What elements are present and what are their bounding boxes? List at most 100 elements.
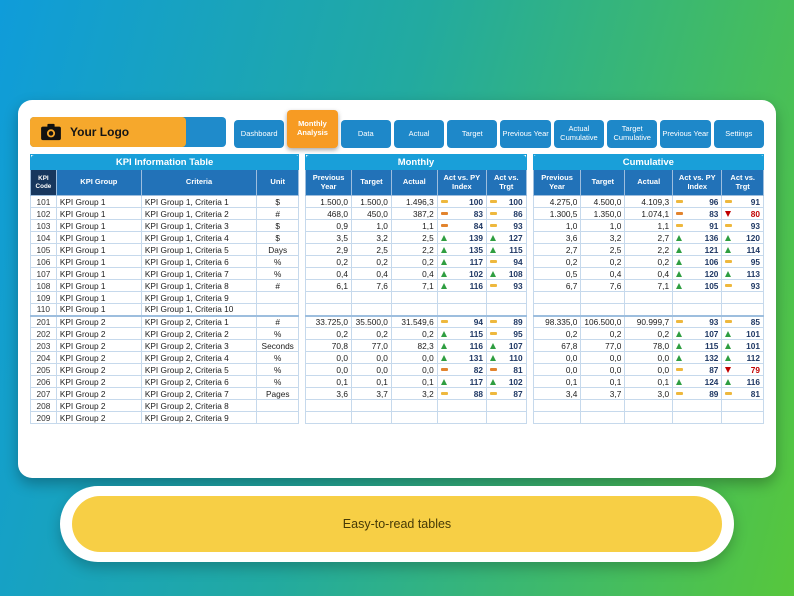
cell-kpi-group[interactable]: KPI Group 1 bbox=[56, 208, 141, 220]
cell-criteria[interactable]: KPI Group 1, Criteria 5 bbox=[141, 244, 256, 256]
cell-cumulative-act-vs-trgt[interactable]: 116 bbox=[722, 376, 764, 388]
cell-monthly-act-vs-trgt[interactable] bbox=[487, 412, 527, 424]
cell-cumulative-act-vs-py-index[interactable]: 83 bbox=[673, 208, 722, 220]
cell-cumulative-actual[interactable] bbox=[625, 400, 673, 412]
cell-cumulative-act-vs-py-index[interactable]: 96 bbox=[673, 196, 722, 208]
cell-monthly-actual[interactable] bbox=[391, 412, 437, 424]
cell-unit[interactable]: # bbox=[257, 208, 299, 220]
cell-monthly-act-vs-trgt[interactable] bbox=[487, 304, 527, 316]
cell-cumulative-act-vs-trgt[interactable]: 120 bbox=[722, 232, 764, 244]
cell-cumulative-act-vs-trgt[interactable]: 79 bbox=[722, 364, 764, 376]
cell-cumulative-previous-year[interactable]: 6,7 bbox=[533, 280, 581, 292]
cell-cumulative-previous-year[interactable]: 0,0 bbox=[533, 352, 581, 364]
cell-monthly-previous-year[interactable]: 0,2 bbox=[306, 328, 352, 340]
cell-monthly-previous-year[interactable]: 0,4 bbox=[306, 268, 352, 280]
cell-monthly-target[interactable]: 2,5 bbox=[351, 244, 391, 256]
cell-monthly-act-vs-trgt[interactable]: 127 bbox=[487, 232, 527, 244]
cell-monthly-act-vs-py-index[interactable]: 117 bbox=[437, 376, 486, 388]
cell-cumulative-actual[interactable]: 0,0 bbox=[625, 364, 673, 376]
cell-monthly-target[interactable]: 7,6 bbox=[351, 280, 391, 292]
cell-criteria[interactable]: KPI Group 1, Criteria 2 bbox=[141, 208, 256, 220]
cell-monthly-actual[interactable] bbox=[391, 400, 437, 412]
cell-monthly-act-vs-trgt[interactable]: 110 bbox=[487, 352, 527, 364]
cell-cumulative-previous-year[interactable]: 2,7 bbox=[533, 244, 581, 256]
cell-kpi-code[interactable]: 202 bbox=[31, 328, 57, 340]
cell-monthly-target[interactable]: 0,4 bbox=[351, 268, 391, 280]
cell-monthly-act-vs-trgt[interactable]: 86 bbox=[487, 208, 527, 220]
cell-cumulative-previous-year[interactable]: 0,0 bbox=[533, 364, 581, 376]
cell-monthly-previous-year[interactable]: 70,8 bbox=[306, 340, 352, 352]
cell-monthly-actual[interactable]: 387,2 bbox=[391, 208, 437, 220]
cell-kpi-group[interactable]: KPI Group 2 bbox=[56, 400, 141, 412]
cell-kpi-group[interactable]: KPI Group 2 bbox=[56, 328, 141, 340]
tab-previous-year[interactable]: Previous Year bbox=[660, 120, 710, 148]
cell-cumulative-act-vs-py-index[interactable]: 105 bbox=[673, 280, 722, 292]
cell-kpi-code[interactable]: 106 bbox=[31, 256, 57, 268]
cell-monthly-target[interactable] bbox=[351, 292, 391, 304]
cell-cumulative-act-vs-py-index[interactable]: 89 bbox=[673, 388, 722, 400]
cell-kpi-group[interactable]: KPI Group 1 bbox=[56, 244, 141, 256]
cell-monthly-actual[interactable]: 2,5 bbox=[391, 232, 437, 244]
cell-criteria[interactable]: KPI Group 2, Criteria 6 bbox=[141, 376, 256, 388]
cell-cumulative-act-vs-py-index[interactable]: 87 bbox=[673, 364, 722, 376]
cell-cumulative-act-vs-trgt[interactable]: 112 bbox=[722, 352, 764, 364]
cell-unit[interactable]: % bbox=[257, 328, 299, 340]
cell-monthly-actual[interactable]: 0,0 bbox=[391, 364, 437, 376]
cell-monthly-actual[interactable]: 1.496,3 bbox=[391, 196, 437, 208]
cell-criteria[interactable]: KPI Group 1, Criteria 4 bbox=[141, 232, 256, 244]
cell-kpi-code[interactable]: 105 bbox=[31, 244, 57, 256]
cell-cumulative-actual[interactable]: 1.074,1 bbox=[625, 208, 673, 220]
cell-criteria[interactable]: KPI Group 1, Criteria 10 bbox=[141, 304, 256, 316]
cell-cumulative-act-vs-py-index[interactable]: 115 bbox=[673, 340, 722, 352]
cell-kpi-code[interactable]: 102 bbox=[31, 208, 57, 220]
cell-monthly-act-vs-py-index[interactable]: 84 bbox=[437, 220, 486, 232]
cell-cumulative-previous-year[interactable]: 0,5 bbox=[533, 268, 581, 280]
cell-cumulative-act-vs-py-index[interactable]: 136 bbox=[673, 232, 722, 244]
cell-cumulative-target[interactable]: 0,2 bbox=[581, 256, 625, 268]
cell-criteria[interactable]: KPI Group 2, Criteria 1 bbox=[141, 316, 256, 328]
cell-monthly-actual[interactable]: 0,2 bbox=[391, 256, 437, 268]
cell-monthly-act-vs-trgt[interactable]: 89 bbox=[487, 316, 527, 328]
cell-cumulative-previous-year[interactable]: 0,2 bbox=[533, 256, 581, 268]
cell-monthly-act-vs-trgt[interactable] bbox=[487, 292, 527, 304]
cell-monthly-act-vs-trgt[interactable]: 108 bbox=[487, 268, 527, 280]
cell-kpi-code[interactable]: 104 bbox=[31, 232, 57, 244]
tab-actual-cumulative[interactable]: Actual Cumulative bbox=[554, 120, 604, 148]
cell-cumulative-target[interactable]: 1.350,0 bbox=[581, 208, 625, 220]
cell-cumulative-actual[interactable]: 1,1 bbox=[625, 220, 673, 232]
cell-criteria[interactable]: KPI Group 1, Criteria 8 bbox=[141, 280, 256, 292]
cell-criteria[interactable]: KPI Group 2, Criteria 8 bbox=[141, 400, 256, 412]
cell-monthly-act-vs-py-index[interactable]: 82 bbox=[437, 364, 486, 376]
cell-cumulative-previous-year[interactable]: 98.335,0 bbox=[533, 316, 581, 328]
cell-cumulative-act-vs-trgt[interactable]: 85 bbox=[722, 316, 764, 328]
cell-kpi-group[interactable]: KPI Group 1 bbox=[56, 256, 141, 268]
cell-cumulative-actual[interactable] bbox=[625, 292, 673, 304]
cell-monthly-act-vs-py-index[interactable]: 131 bbox=[437, 352, 486, 364]
cell-cumulative-act-vs-py-index[interactable]: 91 bbox=[673, 220, 722, 232]
cell-monthly-previous-year[interactable]: 0,0 bbox=[306, 364, 352, 376]
cell-cumulative-target[interactable]: 0,4 bbox=[581, 268, 625, 280]
cell-kpi-group[interactable]: KPI Group 2 bbox=[56, 412, 141, 424]
cell-cumulative-previous-year[interactable]: 3,4 bbox=[533, 388, 581, 400]
cell-kpi-code[interactable]: 107 bbox=[31, 268, 57, 280]
cell-kpi-code[interactable]: 205 bbox=[31, 364, 57, 376]
cell-monthly-actual[interactable]: 2,2 bbox=[391, 244, 437, 256]
cell-cumulative-act-vs-trgt[interactable]: 80 bbox=[722, 208, 764, 220]
cell-kpi-group[interactable]: KPI Group 1 bbox=[56, 220, 141, 232]
cell-kpi-code[interactable]: 201 bbox=[31, 316, 57, 328]
cell-monthly-act-vs-py-index[interactable]: 100 bbox=[437, 196, 486, 208]
cell-cumulative-target[interactable] bbox=[581, 292, 625, 304]
tab-target[interactable]: Target bbox=[447, 120, 497, 148]
cell-cumulative-actual[interactable]: 0,2 bbox=[625, 328, 673, 340]
tab-monthly-analysis[interactable]: Monthly Analysis bbox=[287, 110, 337, 148]
cell-cumulative-actual[interactable]: 0,2 bbox=[625, 256, 673, 268]
cell-kpi-code[interactable]: 208 bbox=[31, 400, 57, 412]
cell-criteria[interactable]: KPI Group 1, Criteria 1 bbox=[141, 196, 256, 208]
cell-criteria[interactable]: KPI Group 1, Criteria 3 bbox=[141, 220, 256, 232]
cell-monthly-target[interactable]: 1,0 bbox=[351, 220, 391, 232]
cell-cumulative-actual[interactable]: 3,0 bbox=[625, 388, 673, 400]
cell-unit[interactable] bbox=[257, 412, 299, 424]
cell-cumulative-previous-year[interactable]: 3,6 bbox=[533, 232, 581, 244]
cell-kpi-group[interactable]: KPI Group 2 bbox=[56, 376, 141, 388]
cell-unit[interactable]: % bbox=[257, 364, 299, 376]
